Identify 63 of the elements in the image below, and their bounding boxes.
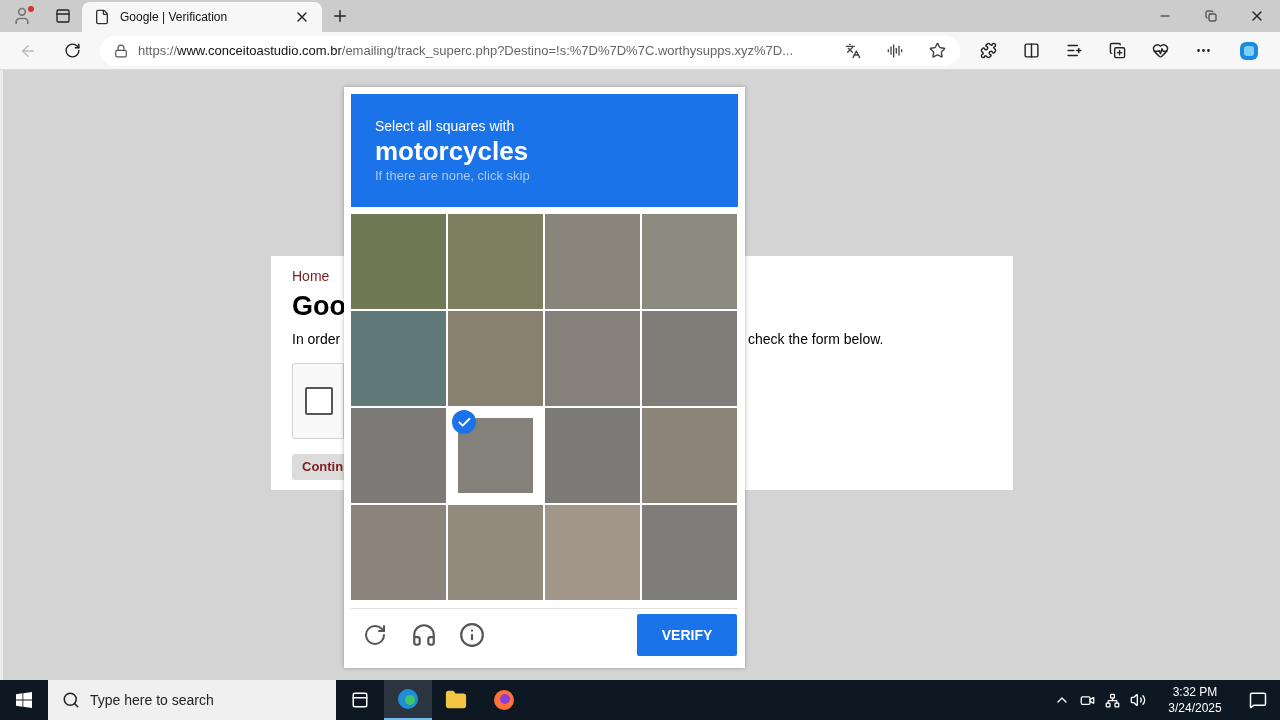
robot-checkbox[interactable] bbox=[305, 387, 333, 415]
url-text: https://www.conceitoastudio.com.br/emailing/track_superc.php?Destino=!s:%7D%7D%7C.worthysupps.xyz%7D... bbox=[138, 41, 794, 60]
check-icon bbox=[452, 410, 476, 434]
clock-time: 3:32 PM bbox=[1172, 684, 1218, 700]
search-placeholder: Type here to search bbox=[90, 690, 214, 710]
captcha-tile[interactable] bbox=[642, 214, 737, 309]
captcha-tile[interactable] bbox=[351, 408, 446, 503]
captcha-tile[interactable] bbox=[545, 505, 640, 600]
network-icon[interactable] bbox=[1105, 692, 1120, 708]
captcha-target: motorcycles bbox=[375, 135, 530, 168]
browser-tab[interactable]: Google | Verification bbox=[82, 2, 322, 32]
captcha-tile[interactable] bbox=[642, 311, 737, 406]
extensions-icon[interactable] bbox=[980, 42, 997, 59]
taskbar-search-field[interactable]: Type here to search bbox=[48, 680, 336, 720]
edge-taskbar-button[interactable] bbox=[384, 680, 432, 720]
address-bar[interactable]: https://www.conceitoastudio.com.br/emailing/track_superc.php?Destino=!s:%7D%7D%7C.worthysupps.xyz%7D... bbox=[100, 35, 960, 66]
notifications-icon[interactable] bbox=[1249, 691, 1267, 709]
star-icon[interactable] bbox=[929, 42, 946, 59]
captcha-hint: If there are none, click skip bbox=[375, 168, 531, 184]
reload-icon[interactable] bbox=[63, 42, 81, 59]
tab-title: Google | Verification bbox=[120, 9, 229, 26]
home-link[interactable]: Home bbox=[292, 266, 344, 287]
clock-date: 3/24/2025 bbox=[1168, 700, 1222, 716]
page-icon bbox=[94, 9, 110, 25]
translate-icon[interactable] bbox=[845, 42, 861, 59]
captcha-tile[interactable] bbox=[351, 505, 446, 600]
info-icon[interactable] bbox=[459, 622, 485, 648]
volume-icon[interactable] bbox=[1130, 692, 1146, 708]
profile-icon[interactable] bbox=[12, 6, 32, 26]
captcha-tile[interactable] bbox=[448, 311, 543, 406]
intro-text: In order bbox=[292, 330, 342, 349]
captcha-tile[interactable] bbox=[448, 214, 543, 309]
continue-button[interactable]: Contin bbox=[292, 454, 344, 480]
lock-icon bbox=[114, 43, 128, 58]
search-icon bbox=[62, 691, 80, 709]
task-view-icon[interactable] bbox=[351, 691, 369, 709]
verify-button[interactable]: VERIFY bbox=[637, 614, 737, 656]
captcha-tile[interactable] bbox=[642, 408, 737, 503]
captcha-tile[interactable] bbox=[351, 311, 446, 406]
captcha-tile[interactable] bbox=[545, 408, 640, 503]
read-aloud-icon[interactable] bbox=[887, 42, 903, 59]
folder-icon[interactable] bbox=[445, 689, 467, 711]
captcha-tile[interactable] bbox=[642, 505, 737, 600]
captcha-tile[interactable] bbox=[351, 214, 446, 309]
browser-logo-icon bbox=[397, 688, 419, 710]
intro-text: check the form below. bbox=[748, 330, 885, 349]
new-tab-icon[interactable] bbox=[331, 7, 349, 25]
split-screen-icon[interactable] bbox=[1023, 42, 1040, 59]
browser-essentials-icon[interactable] bbox=[1152, 42, 1169, 59]
headphones-icon[interactable] bbox=[411, 622, 437, 648]
captcha-tile[interactable] bbox=[448, 505, 543, 600]
page-heading: Goo bbox=[292, 290, 344, 323]
tab-actions-icon[interactable] bbox=[55, 8, 71, 24]
captcha-tile[interactable] bbox=[545, 311, 640, 406]
favorites-icon[interactable] bbox=[1066, 42, 1083, 59]
collections-icon[interactable] bbox=[1109, 42, 1126, 59]
captcha-prompt: Select all squares with bbox=[375, 118, 516, 134]
reload-icon[interactable] bbox=[363, 623, 387, 647]
firefox-logo-icon[interactable] bbox=[493, 689, 515, 711]
restore-icon[interactable] bbox=[1205, 10, 1217, 22]
copilot-icon[interactable] bbox=[1238, 39, 1260, 62]
captcha-tile[interactable] bbox=[545, 214, 640, 309]
windows-logo-icon[interactable] bbox=[16, 692, 32, 708]
